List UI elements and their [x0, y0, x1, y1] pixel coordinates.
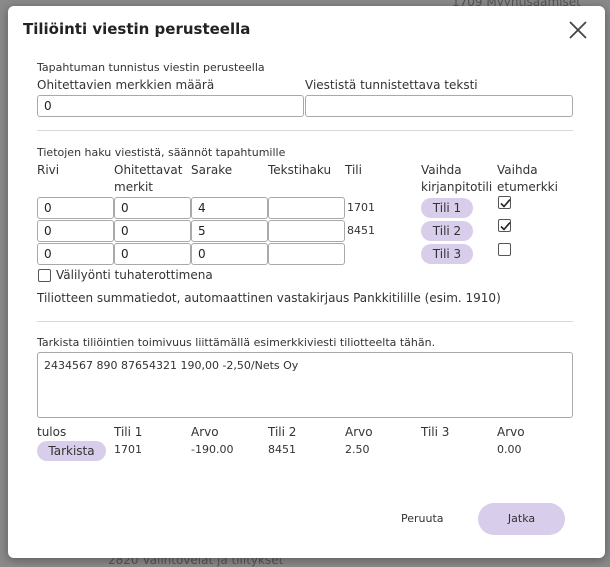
- rule-1-row-input[interactable]: 0: [37, 197, 114, 219]
- thousands-separator-checkbox[interactable]: [38, 269, 51, 282]
- rule-3-skip-input[interactable]: 0: [114, 243, 191, 265]
- result-acc1-value: 1701: [114, 443, 142, 456]
- divider-2: [37, 321, 573, 322]
- result-header-acc1: Tili 1: [114, 425, 143, 439]
- result-header-val3: Arvo: [497, 425, 525, 439]
- header-column: Sarake: [191, 163, 233, 177]
- rule-3-sign-checkbox[interactable]: [498, 243, 511, 256]
- rule-3-text-input[interactable]: [268, 243, 345, 265]
- skip-count-input[interactable]: 0: [37, 95, 304, 117]
- dialog-title: Tiliöinti viestin perusteella: [23, 20, 251, 38]
- result-val3-value: 0.00: [497, 443, 522, 456]
- header-text-search: Tekstihaku: [268, 163, 332, 177]
- rules-section-label: Tietojen haku viestistä, säännöt tapahtu…: [37, 146, 286, 159]
- summary-info-text: Tiliotteen summatiedot, automaattinen va…: [37, 291, 501, 305]
- skip-count-label: Ohitettavien merkkien määrä: [37, 78, 215, 92]
- result-val1-value: -190.00: [191, 443, 234, 456]
- rule-1-text-input[interactable]: [268, 197, 345, 219]
- result-header-val1: Arvo: [191, 425, 219, 439]
- rule-3-row-input[interactable]: 0: [37, 243, 114, 265]
- header-account: Tili: [345, 163, 362, 177]
- rule-2-account: 8451: [347, 224, 375, 237]
- close-icon[interactable]: [567, 19, 589, 41]
- header-switch-account-2: kirjanpitotili: [421, 180, 493, 194]
- header-switch-sign: Vaihda: [497, 163, 538, 177]
- check-section-label: Tarkista tiliöintien toimivuus liittämäl…: [37, 336, 436, 349]
- cancel-button[interactable]: Peruuta: [401, 512, 444, 525]
- rule-1-account-button[interactable]: Tili 1: [421, 198, 473, 218]
- thousands-separator-label: Välilyönti tuhaterottimena: [56, 268, 213, 282]
- header-skip: Ohitettavat: [114, 163, 183, 177]
- rule-2-text-input[interactable]: [268, 220, 345, 242]
- header-switch-account: Vaihda: [421, 163, 462, 177]
- rule-2-account-button[interactable]: Tili 2: [421, 221, 473, 241]
- identification-section-label: Tapahtuman tunnistus viestin perusteella: [37, 61, 265, 74]
- rule-3-account-button[interactable]: Tili 3: [421, 244, 473, 264]
- result-acc2-value: 8451: [268, 443, 296, 456]
- identify-text-label: Viestistä tunnistettava teksti: [305, 78, 478, 92]
- result-val2-value: 2.50: [345, 443, 370, 456]
- rule-2-skip-input[interactable]: 0: [114, 220, 191, 242]
- rule-1-skip-input[interactable]: 0: [114, 197, 191, 219]
- result-header-result: tulos: [37, 425, 67, 439]
- rule-1-column-input[interactable]: 4: [191, 197, 268, 219]
- continue-button[interactable]: Jatka: [478, 503, 565, 535]
- header-row: Rivi: [37, 163, 60, 177]
- rule-1-account: 1701: [347, 201, 375, 214]
- result-header-val2: Arvo: [345, 425, 373, 439]
- sample-message-textarea[interactable]: 2434567 890 87654321 190,00 -2,50/Nets O…: [37, 352, 573, 418]
- identify-text-input[interactable]: [305, 95, 573, 117]
- result-header-acc2: Tili 2: [268, 425, 297, 439]
- header-switch-sign-2: etumerkki: [497, 180, 558, 194]
- check-button[interactable]: Tarkista: [37, 441, 106, 461]
- header-skip-2: merkit: [114, 180, 153, 194]
- rule-1-sign-checkbox[interactable]: [498, 196, 511, 209]
- posting-dialog: Tiliöinti viestin perusteella Tapahtuman…: [8, 6, 605, 558]
- result-header-acc3: Tili 3: [421, 425, 450, 439]
- rule-2-column-input[interactable]: 5: [191, 220, 268, 242]
- divider-1: [37, 130, 573, 131]
- rule-2-row-input[interactable]: 0: [37, 220, 114, 242]
- rule-3-column-input[interactable]: 0: [191, 243, 268, 265]
- rule-2-sign-checkbox[interactable]: [498, 219, 511, 232]
